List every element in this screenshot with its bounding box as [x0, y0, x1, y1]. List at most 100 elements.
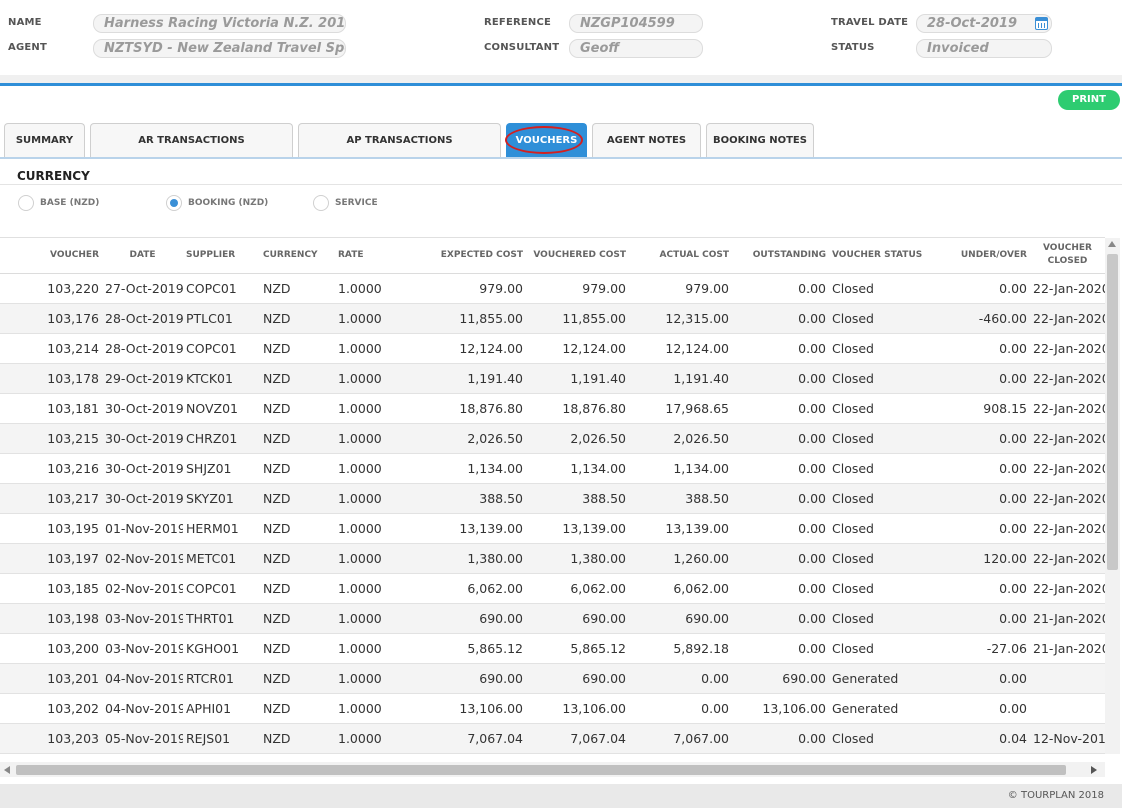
col-rate[interactable]: RATE [335, 238, 397, 274]
cell-expected-cost: 18,876.80 [397, 393, 526, 424]
table-row[interactable]: 103,215 30-Oct-2019 CHRZ01 NZD 1.0000 2,026.5… [0, 423, 1105, 454]
cell-expected-cost: 12,124.00 [397, 333, 526, 364]
status-field[interactable]: Invoiced [916, 39, 1052, 58]
print-button[interactable]: PRINT [1058, 90, 1120, 110]
col-currency[interactable]: CURRENCY [260, 238, 335, 274]
cell-under-over: -27.06 [935, 633, 1030, 664]
cell-voucher-status: Closed [829, 513, 935, 544]
table-row[interactable]: 103,197 02-Nov-2019 METC01 NZD 1.0000 1,380.0… [0, 543, 1105, 574]
cell-date: 29-Oct-2019 [102, 363, 183, 394]
agent-field[interactable]: NZTSYD - New Zealand Travel Specialist [93, 39, 346, 58]
cell-actual-cost: 17,968.65 [629, 393, 732, 424]
scroll-left-arrow-icon[interactable] [4, 766, 10, 774]
cell-expected-cost: 690.00 [397, 603, 526, 634]
cell-currency: NZD [260, 573, 335, 604]
tab-underline [0, 157, 1122, 159]
table-header-row: VOUCHER DATE SUPPLIER CURRENCY RATE EXPE… [0, 238, 1105, 274]
cell-outstanding: 13,106.00 [732, 693, 829, 724]
table-row[interactable]: 103,217 30-Oct-2019 SKYZ01 NZD 1.0000 388.50 3… [0, 483, 1105, 514]
cell-rate: 1.0000 [335, 723, 397, 754]
vertical-scrollbar[interactable] [1105, 238, 1120, 754]
name-field[interactable]: Harness Racing Victoria N.Z. 2019 [93, 14, 346, 33]
col-voucher[interactable]: VOUCHER [0, 238, 102, 274]
cell-rate: 1.0000 [335, 363, 397, 394]
table-row[interactable]: 103,220 27-Oct-2019 COPC01 NZD 1.0000 979.00 9… [0, 273, 1105, 304]
calendar-icon[interactable] [1035, 17, 1048, 30]
col-date[interactable]: DATE [102, 238, 183, 274]
travel-date-field[interactable]: 28-Oct-2019 [916, 14, 1052, 33]
table-row[interactable]: 103,214 28-Oct-2019 COPC01 NZD 1.0000 12,124.… [0, 333, 1105, 364]
cell-expected-cost: 5,865.12 [397, 633, 526, 664]
table-row[interactable]: 103,203 05-Nov-2019 REJS01 NZD 1.0000 7,067.0… [0, 723, 1105, 754]
col-vouchered-cost[interactable]: VOUCHERED COST [526, 238, 629, 274]
cell-voucher-status: Closed [829, 633, 935, 664]
agent-label: AGENT [8, 42, 47, 53]
horizontal-scrollbar[interactable] [0, 762, 1105, 777]
cell-currency: NZD [260, 303, 335, 334]
cell-vouchered-cost: 2,026.50 [526, 423, 629, 454]
footer: © TOURPLAN 2018 [0, 784, 1122, 808]
col-expected-cost[interactable]: EXPECTED COST [397, 238, 526, 274]
table-row[interactable]: 103,200 03-Nov-2019 KGHO01 NZD 1.0000 5,865.1… [0, 633, 1105, 664]
table-row[interactable]: 103,216 30-Oct-2019 SHJZ01 NZD 1.0000 1,134.0… [0, 453, 1105, 484]
cell-date: 27-Oct-2019 [102, 273, 183, 304]
cell-actual-cost: 388.50 [629, 483, 732, 514]
consultant-field[interactable]: Geoff [569, 39, 703, 58]
col-outstanding[interactable]: OUTSTANDING [732, 238, 829, 274]
vouchers-table-container: VOUCHER DATE SUPPLIER CURRENCY RATE EXPE… [0, 238, 1105, 754]
table-row[interactable]: 103,202 04-Nov-2019 APHI01 NZD 1.0000 13,106.… [0, 693, 1105, 724]
cell-supplier: SKYZ01 [183, 483, 260, 514]
cell-date: 28-Oct-2019 [102, 333, 183, 364]
cell-supplier: SHJZ01 [183, 453, 260, 484]
cell-supplier: RTCR01 [183, 663, 260, 694]
scroll-right-arrow-icon[interactable] [1091, 766, 1097, 774]
cell-outstanding: 0.00 [732, 423, 829, 454]
cell-under-over: 0.00 [935, 603, 1030, 634]
cell-actual-cost: 0.00 [629, 663, 732, 694]
cell-supplier: CHRZ01 [183, 423, 260, 454]
col-voucher-closed[interactable]: VOUCHER CLOSED [1030, 238, 1105, 274]
table-row[interactable]: 103,181 30-Oct-2019 NOVZ01 NZD 1.0000 18,876.… [0, 393, 1105, 424]
cell-voucher-status: Closed [829, 603, 935, 634]
tab-summary[interactable]: SUMMARY [4, 123, 85, 157]
cell-vouchered-cost: 690.00 [526, 663, 629, 694]
table-row[interactable]: 103,201 04-Nov-2019 RTCR01 NZD 1.0000 690.00 6… [0, 663, 1105, 694]
radio-service-currency[interactable] [313, 195, 329, 211]
scroll-up-arrow-icon[interactable] [1108, 241, 1116, 247]
cell-date: 03-Nov-2019 [102, 633, 183, 664]
cell-date: 03-Nov-2019 [102, 603, 183, 634]
col-under-over[interactable]: UNDER/OVER [935, 238, 1030, 274]
cell-actual-cost: 6,062.00 [629, 573, 732, 604]
table-row[interactable]: 103,185 02-Nov-2019 COPC01 NZD 1.0000 6,062.0… [0, 573, 1105, 604]
radio-booking-currency[interactable] [166, 195, 182, 211]
accent-line [0, 83, 1122, 86]
tab-booking-notes[interactable]: BOOKING NOTES [706, 123, 814, 157]
copyright-text: © TOURPLAN 2018 [1007, 790, 1104, 801]
reference-field[interactable]: NZGP104599 [569, 14, 703, 33]
cell-actual-cost: 13,139.00 [629, 513, 732, 544]
table-row[interactable]: 103,176 28-Oct-2019 PTLC01 NZD 1.0000 11,855.… [0, 303, 1105, 334]
tab-ar-transactions[interactable]: AR TRANSACTIONS [90, 123, 293, 157]
cell-under-over: 0.00 [935, 423, 1030, 454]
cell-actual-cost: 0.00 [629, 693, 732, 724]
cell-expected-cost: 1,134.00 [397, 453, 526, 484]
table-row[interactable]: 103,198 03-Nov-2019 THRT01 NZD 1.0000 690.00 6… [0, 603, 1105, 634]
cell-expected-cost: 1,380.00 [397, 543, 526, 574]
col-supplier[interactable]: SUPPLIER [183, 238, 260, 274]
vertical-scroll-thumb[interactable] [1107, 254, 1118, 570]
tab-agent-notes[interactable]: AGENT NOTES [592, 123, 701, 157]
table-row[interactable]: 103,195 01-Nov-2019 HERM01 NZD 1.0000 13,139.… [0, 513, 1105, 544]
col-actual-cost[interactable]: ACTUAL COST [629, 238, 732, 274]
cell-voucher-closed: 22-Jan-2020 [1030, 483, 1105, 514]
cell-vouchered-cost: 6,062.00 [526, 573, 629, 604]
cell-voucher: 103,197 [0, 543, 102, 574]
cell-expected-cost: 979.00 [397, 273, 526, 304]
cell-outstanding: 0.00 [732, 273, 829, 304]
tab-ap-transactions[interactable]: AP TRANSACTIONS [298, 123, 501, 157]
table-row[interactable]: 103,178 29-Oct-2019 KTCK01 NZD 1.0000 1,191.4… [0, 363, 1105, 394]
cell-under-over: 0.00 [935, 663, 1030, 694]
cell-currency: NZD [260, 393, 335, 424]
horizontal-scroll-thumb[interactable] [16, 765, 1066, 775]
col-voucher-status[interactable]: VOUCHER STATUS [829, 238, 935, 274]
radio-base-currency[interactable] [18, 195, 34, 211]
